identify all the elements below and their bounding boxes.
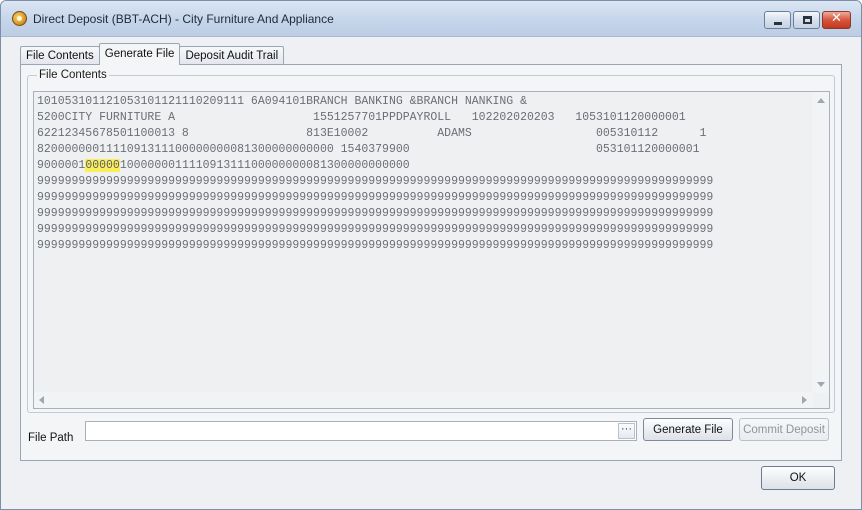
file-line: 9999999999999999999999999999999999999999… bbox=[37, 223, 714, 236]
horizontal-scrollbar[interactable] bbox=[34, 392, 813, 408]
tab-file-contents[interactable]: File Contents bbox=[20, 46, 100, 65]
scroll-up-icon[interactable] bbox=[817, 98, 825, 103]
file-contents-text: 101053101121053101121110209111 6A094101B… bbox=[37, 94, 789, 394]
file-line: 9999999999999999999999999999999999999999… bbox=[37, 191, 714, 204]
coin-icon bbox=[12, 11, 27, 26]
minimize-icon bbox=[774, 22, 782, 25]
tab-generate-file[interactable]: Generate File bbox=[98, 43, 181, 65]
title-bar[interactable]: Direct Deposit (BBT-ACH) - City Furnitur… bbox=[1, 1, 861, 37]
scroll-left-icon[interactable] bbox=[39, 396, 44, 404]
generate-file-button[interactable]: Generate File bbox=[643, 418, 733, 441]
close-icon: ✕ bbox=[831, 11, 842, 26]
file-line: 101053101121053101121110209111 6A094101B… bbox=[37, 95, 527, 108]
file-line: 8200000001111091311100000000081300000000… bbox=[37, 143, 700, 156]
file-line-rest: 1000000011110913111000000000813000000000… bbox=[119, 159, 410, 172]
vertical-scrollbar[interactable] bbox=[812, 92, 829, 393]
tab-deposit-audit-trail[interactable]: Deposit Audit Trail bbox=[179, 46, 285, 65]
file-path-label: File Path bbox=[28, 432, 74, 444]
file-contents-group-label: File Contents bbox=[37, 69, 109, 81]
file-path-input[interactable] bbox=[85, 421, 637, 441]
file-line: 9999999999999999999999999999999999999999… bbox=[37, 207, 714, 220]
commit-deposit-button[interactable]: Commit Deposit bbox=[739, 418, 829, 441]
highlighted-text: 00000 bbox=[85, 159, 120, 172]
caption-buttons: ✕ bbox=[764, 11, 851, 29]
dialog-client-area: File Contents Generate File Deposit Audi… bbox=[7, 38, 855, 504]
file-contents-group: File Contents 10105310112105310112111020… bbox=[27, 69, 835, 413]
scroll-down-icon[interactable] bbox=[817, 382, 825, 387]
direct-deposit-window: Direct Deposit (BBT-ACH) - City Furnitur… bbox=[0, 0, 862, 510]
file-line: 9999999999999999999999999999999999999999… bbox=[37, 175, 714, 188]
generate-file-panel: File Contents 10105310112105310112111020… bbox=[20, 64, 842, 461]
tab-strip: File Contents Generate File Deposit Audi… bbox=[20, 43, 285, 65]
scroll-right-icon[interactable] bbox=[802, 396, 807, 404]
file-line: 62212345678501100013 8 813E10002 ADAMS 0… bbox=[37, 127, 707, 140]
maximize-button[interactable] bbox=[793, 11, 820, 29]
ok-button[interactable]: OK bbox=[761, 466, 835, 490]
close-button[interactable]: ✕ bbox=[822, 11, 851, 29]
maximize-icon bbox=[803, 16, 812, 24]
file-contents-textarea[interactable]: 101053101121053101121110209111 6A094101B… bbox=[33, 91, 830, 409]
browse-button[interactable]: ··· bbox=[618, 423, 635, 439]
file-line: 5200CITY FURNITURE A 1551257701PPDPAYROL… bbox=[37, 111, 686, 124]
window-title: Direct Deposit (BBT-ACH) - City Furnitur… bbox=[33, 12, 334, 26]
minimize-button[interactable] bbox=[764, 11, 791, 29]
file-line: 9000001 bbox=[37, 159, 86, 172]
file-line: 9999999999999999999999999999999999999999… bbox=[37, 239, 714, 252]
